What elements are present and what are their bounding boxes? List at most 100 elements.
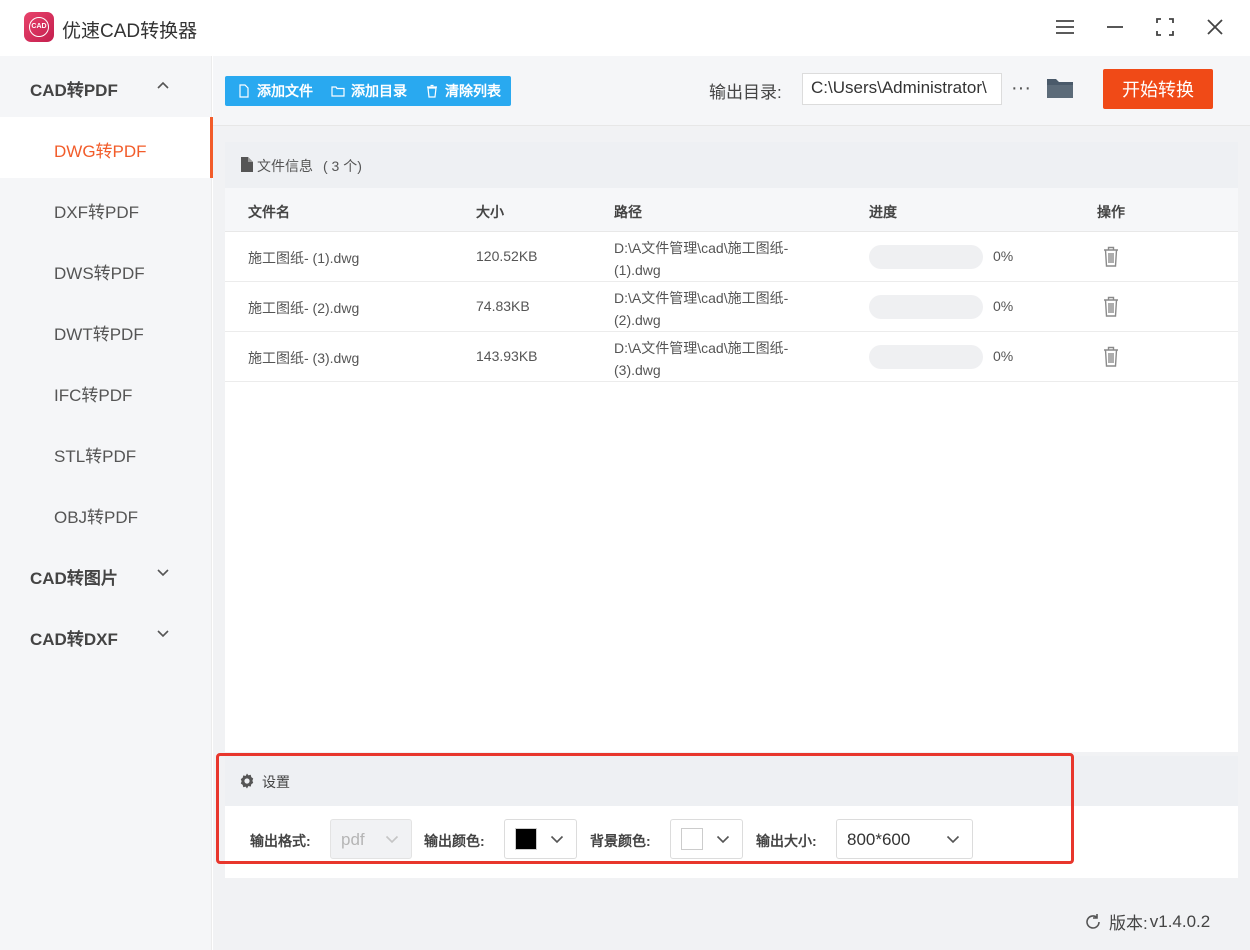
file-count: ( 3 个) (323, 158, 362, 174)
file-icon (239, 84, 249, 98)
table-row[interactable]: 施工图纸- (2).dwg 74.83KB D:\A文件管理\cad\施工图纸-… (225, 282, 1238, 332)
start-convert-button[interactable]: 开始转换 (1103, 69, 1213, 109)
sidebar-item-obj-pdf[interactable]: OBJ转PDF (0, 483, 212, 544)
clear-list-label: 清除列表 (445, 83, 501, 99)
add-dir-button[interactable]: 添加目录 (331, 81, 407, 101)
file-path-line: D:\A文件管理\cad\施工图纸- (614, 340, 789, 356)
file-path-line: D:\A文件管理\cad\施工图纸- (614, 290, 789, 306)
sidebar-item-ifc-pdf[interactable]: IFC转PDF (0, 361, 212, 422)
sidebar-item-dwg-pdf[interactable]: DWG转PDF (0, 117, 213, 178)
sidebar-group-cad-pdf[interactable]: CAD转PDF (0, 56, 212, 117)
column-header-action: 操作 (1097, 204, 1125, 220)
column-header-size: 大小 (476, 204, 504, 220)
sidebar-item-label: DWS转PDF (54, 264, 145, 283)
folder-outline-icon (331, 86, 345, 97)
sidebar-group-cad-image[interactable]: CAD转图片 (0, 544, 212, 605)
settings-header: 设置 (225, 756, 1238, 806)
fullscreen-icon[interactable] (1150, 12, 1180, 42)
document-icon (241, 157, 253, 172)
sidebar-item-label: DXF转PDF (54, 203, 139, 222)
sidebar-group-cad-dxf[interactable]: CAD转DXF (0, 605, 212, 666)
chevron-down-icon (385, 835, 399, 844)
background-color-select[interactable] (670, 819, 743, 859)
background-color-swatch (681, 828, 703, 850)
file-path: D:\A文件管理\cad\施工图纸- (3).dwg (614, 337, 824, 381)
sidebar-group-label: CAD转DXF (30, 630, 118, 649)
file-size: 74.83KB (476, 298, 530, 314)
app-logo: CAD (24, 12, 54, 42)
output-dir-label: 输出目录: (709, 83, 782, 102)
output-color-swatch (515, 828, 537, 850)
output-format-select[interactable]: pdf (330, 819, 412, 859)
sidebar: CAD转PDF DWG转PDF DXF转PDF DWS转PDF DWT转PDF … (0, 56, 213, 950)
version-label: 版本: (1109, 914, 1148, 933)
clear-list-button[interactable]: 清除列表 (425, 81, 501, 101)
file-name: 施工图纸- (1).dwg (248, 250, 360, 266)
logo-text: CAD (29, 17, 49, 37)
delete-icon[interactable] (1102, 345, 1120, 368)
sidebar-item-label: STL转PDF (54, 447, 137, 466)
version-info: 版本: v1.4.0.2 (1083, 909, 1210, 934)
output-size-label: 输出大小: (756, 833, 817, 849)
output-color-label: 输出颜色: (424, 833, 485, 849)
sidebar-item-label: IFC转PDF (54, 386, 133, 405)
chevron-up-icon (157, 81, 169, 89)
close-icon[interactable] (1200, 12, 1230, 42)
output-color-select[interactable] (504, 819, 577, 859)
chevron-down-icon (550, 835, 564, 844)
gear-icon (240, 773, 254, 789)
sidebar-item-stl-pdf[interactable]: STL转PDF (0, 422, 212, 483)
toolbar: 添加文件 添加目录 清除列表 输出目录: C:\Users\Administra… (213, 56, 1250, 126)
sidebar-item-label: DWG转PDF (54, 142, 147, 161)
progress-percent: 0% (993, 248, 1014, 264)
chevron-down-icon (946, 835, 960, 844)
refresh-icon[interactable] (1083, 912, 1103, 932)
progress-bar (869, 295, 983, 319)
delete-icon[interactable] (1102, 295, 1120, 318)
file-name: 施工图纸- (3).dwg (248, 350, 360, 366)
file-info-title: 文件信息 (257, 158, 313, 174)
progress-percent: 0% (993, 348, 1014, 364)
app-title: 优速CAD转换器 (62, 21, 198, 42)
file-panel-header: 文件信息 ( 3 个) (225, 142, 1238, 188)
sidebar-item-label: OBJ转PDF (54, 508, 139, 527)
sidebar-group-label: CAD转图片 (30, 569, 118, 588)
sidebar-item-dwt-pdf[interactable]: DWT转PDF (0, 300, 212, 361)
file-size: 143.93KB (476, 348, 538, 364)
settings-panel: 设置 输出格式: pdf 输出颜色: 背景颜色: 输出大小: 800*600 (225, 756, 1238, 878)
column-header-progress: 进度 (869, 204, 897, 220)
chevron-down-icon (716, 835, 730, 844)
chevron-down-icon (157, 630, 169, 638)
folder-icon[interactable] (1046, 76, 1074, 100)
table-row[interactable]: 施工图纸- (3).dwg 143.93KB D:\A文件管理\cad\施工图纸… (225, 332, 1238, 382)
file-path: D:\A文件管理\cad\施工图纸- (1).dwg (614, 237, 824, 281)
progress-bar (869, 245, 983, 269)
sidebar-item-dws-pdf[interactable]: DWS转PDF (0, 239, 212, 300)
table-row[interactable]: 施工图纸- (1).dwg 120.52KB D:\A文件管理\cad\施工图纸… (225, 232, 1238, 282)
file-path-line: (2).dwg (614, 312, 661, 328)
menu-icon[interactable] (1050, 12, 1080, 42)
main-area: 添加文件 添加目录 清除列表 输出目录: C:\Users\Administra… (213, 56, 1250, 950)
output-format-label: 输出格式: (250, 833, 311, 849)
sidebar-item-label: DWT转PDF (54, 325, 144, 344)
title-bar-blank-area (750, 0, 1036, 52)
chevron-down-icon (157, 569, 169, 577)
sidebar-item-dxf-pdf[interactable]: DXF转PDF (0, 178, 212, 239)
settings-title: 设置 (262, 774, 290, 790)
output-format-value: pdf (341, 830, 365, 849)
file-path-line: (3).dwg (614, 362, 661, 378)
output-size-select[interactable]: 800*600 (836, 819, 973, 859)
version-number: v1.4.0.2 (1149, 911, 1211, 931)
progress-bar (869, 345, 983, 369)
sidebar-group-label: CAD转PDF (30, 81, 118, 100)
add-file-label: 添加文件 (257, 83, 313, 99)
delete-icon[interactable] (1102, 245, 1120, 268)
add-file-button[interactable]: 添加文件 (237, 81, 313, 101)
minimize-icon[interactable] (1100, 12, 1130, 42)
more-options-icon[interactable]: ··· (1009, 70, 1033, 106)
background-color-label: 背景颜色: (590, 833, 651, 849)
output-dir-field[interactable]: C:\Users\Administrator\ (802, 73, 1002, 105)
trash-icon (427, 84, 437, 98)
title-bar: CAD 优速CAD转换器 (0, 0, 1250, 56)
add-dir-label: 添加目录 (351, 83, 407, 99)
